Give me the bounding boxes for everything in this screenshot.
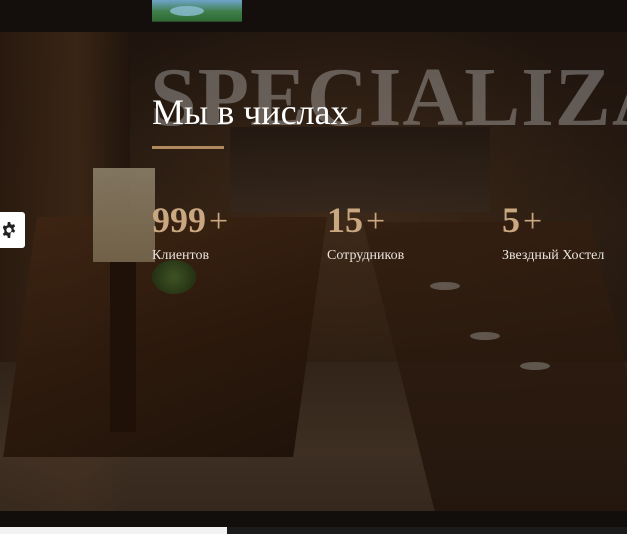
title-underline — [152, 146, 224, 149]
top-bar — [0, 0, 627, 32]
stat-clients: 999+ Клиентов — [152, 200, 228, 264]
stat-label: Сотрудников — [327, 248, 405, 263]
section-title: Мы в числах — [152, 92, 349, 132]
stat-value: 15 — [327, 200, 363, 240]
stat-label: Звездный Хостел — [502, 248, 605, 263]
stat-value: 5 — [502, 200, 520, 240]
landscape-thumbnail[interactable] — [152, 0, 242, 22]
stat-suffix: + — [366, 203, 386, 240]
stat-suffix: + — [523, 203, 543, 240]
stat-hostel-stars: 5+ Звездный Хостел — [502, 200, 604, 264]
stat-label: Клиентов — [152, 248, 210, 263]
stat-suffix: + — [209, 203, 229, 240]
stat-value: 999 — [152, 200, 206, 240]
numbers-section: SPECIALIZAT Мы в числах 999+ Клиентов 15… — [0, 32, 627, 511]
stat-employees: 15+ Сотрудников — [327, 200, 404, 264]
settings-toggle-button[interactable] — [0, 212, 25, 248]
footer-strip-dark — [227, 527, 627, 534]
gear-icon — [2, 222, 16, 238]
